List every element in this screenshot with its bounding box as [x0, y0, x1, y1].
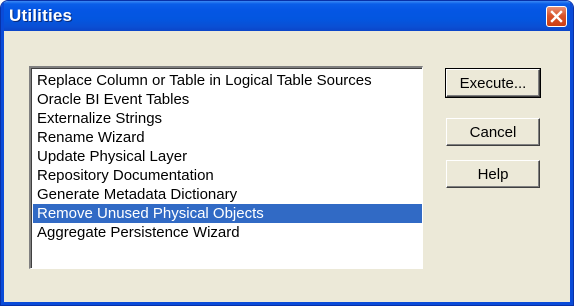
- title-bar[interactable]: Utilities: [1, 1, 573, 31]
- list-item[interactable]: Repository Documentation: [33, 166, 422, 185]
- list-item[interactable]: Rename Wizard: [33, 128, 422, 147]
- list-item[interactable]: Oracle BI Event Tables: [33, 90, 422, 109]
- utilities-dialog: Utilities Replace Column or Table in Log…: [0, 0, 574, 306]
- list-item[interactable]: Update Physical Layer: [33, 147, 422, 166]
- close-icon: [550, 10, 563, 23]
- list-item[interactable]: Externalize Strings: [33, 109, 422, 128]
- utilities-list[interactable]: Replace Column or Table in Logical Table…: [29, 66, 423, 269]
- list-item[interactable]: Replace Column or Table in Logical Table…: [33, 71, 422, 90]
- help-button[interactable]: Help: [446, 160, 540, 188]
- list-item[interactable]: Generate Metadata Dictionary: [33, 185, 422, 204]
- cancel-button[interactable]: Cancel: [446, 118, 540, 146]
- execute-button[interactable]: Execute...: [445, 68, 541, 98]
- dialog-title: Utilities: [9, 6, 73, 25]
- close-button[interactable]: [546, 6, 567, 27]
- list-item[interactable]: Aggregate Persistence Wizard: [33, 223, 422, 242]
- list-item-selected[interactable]: Remove Unused Physical Objects: [33, 204, 422, 223]
